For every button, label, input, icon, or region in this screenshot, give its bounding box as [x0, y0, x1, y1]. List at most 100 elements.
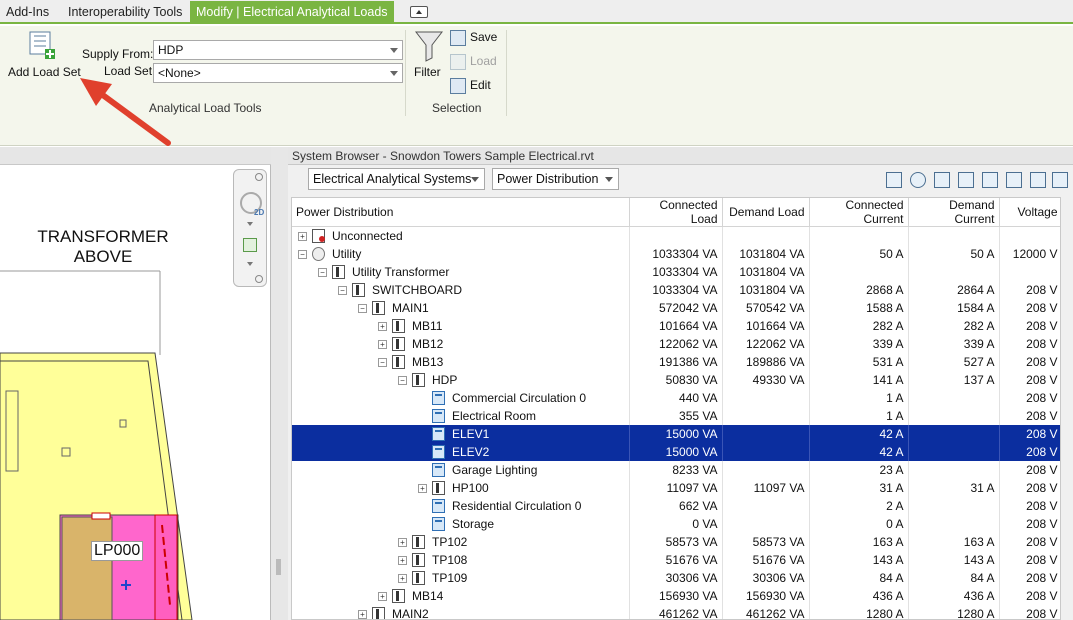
add-load-set-icon[interactable] — [28, 30, 58, 60]
pane-splitter[interactable] — [271, 147, 288, 620]
filter-button[interactable]: Filter — [414, 65, 441, 79]
tree-cell[interactable]: Electrical Room — [292, 407, 630, 425]
table-row[interactable]: − MB13 191386 VA 189886 VA 531 A 527 A 208 V — [292, 353, 1060, 371]
tab-modify-electrical-analytical-loads[interactable]: Modify | Electrical Analytical Loads — [190, 1, 394, 24]
tree-cell[interactable]: ELEV1 — [292, 425, 630, 443]
tree-cell[interactable]: Commercial Circulation 0 — [292, 389, 630, 407]
power-distribution-grid[interactable]: Power Distribution Connected Load Demand… — [291, 197, 1061, 620]
expand-icon[interactable]: + — [358, 610, 367, 619]
tree-cell[interactable]: + TP109 — [292, 569, 630, 587]
panel-schedule-icon[interactable] — [934, 172, 950, 188]
add-load-icon[interactable] — [886, 172, 902, 188]
collapse-icon[interactable]: − — [378, 358, 387, 367]
tree-cell[interactable]: Residential Circulation 0 — [292, 497, 630, 515]
collapse-icon[interactable]: − — [318, 268, 327, 277]
table-row[interactable]: ELEV2 15000 VA 42 A 208 V — [292, 443, 1060, 461]
floor-plan-view[interactable]: TRANSFORMER ABOVE LP000 2D — [0, 147, 288, 620]
chevron-down-icon[interactable] — [247, 262, 253, 266]
navigate-icon[interactable] — [910, 172, 926, 188]
collapse-icon[interactable]: − — [338, 286, 347, 295]
circuit-icon[interactable] — [958, 172, 974, 188]
tree-cell[interactable]: + TP102 — [292, 533, 630, 551]
connected-current-cell: 2868 A — [809, 281, 909, 299]
table-row[interactable]: + MB12 122062 VA 122062 VA 339 A 339 A 208 V — [292, 335, 1060, 353]
table-row[interactable]: + MB14 156930 VA 156930 VA 436 A 436 A 208 V — [292, 587, 1060, 605]
view-select[interactable]: Power Distribution — [492, 168, 619, 190]
settings-icon[interactable] — [1030, 172, 1046, 188]
expand-icon[interactable]: + — [378, 322, 387, 331]
add-equipment-icon[interactable] — [1006, 172, 1022, 188]
collapse-icon[interactable]: − — [358, 304, 367, 313]
table-row[interactable]: + TP102 58573 VA 58573 VA 163 A 163 A 208 V — [292, 533, 1060, 551]
table-row[interactable]: Storage 0 VA 0 A 208 V — [292, 515, 1060, 533]
tree-cell[interactable]: Storage — [292, 515, 630, 533]
tree-cell[interactable]: Garage Lighting — [292, 461, 630, 479]
expand-icon[interactable]: + — [378, 592, 387, 601]
tab-interoperability-tools[interactable]: Interoperability Tools — [62, 2, 188, 22]
tree-cell[interactable]: + MB12 — [292, 335, 630, 353]
tree-cell[interactable]: − HDP — [292, 371, 630, 389]
tree-cell[interactable]: + MAIN2 — [292, 605, 630, 619]
demand-current-cell — [908, 407, 1000, 425]
tree-cell[interactable]: ELEV2 — [292, 443, 630, 461]
expand-icon[interactable]: + — [378, 340, 387, 349]
tree-cell[interactable]: − Utility — [292, 245, 630, 263]
table-row[interactable]: + HP100 11097 VA 11097 VA 31 A 31 A 208 V — [292, 479, 1060, 497]
expand-icon[interactable]: + — [418, 484, 427, 493]
filter-icon[interactable] — [414, 30, 444, 62]
panel-tag[interactable]: LP000 — [91, 541, 144, 561]
expand-icon[interactable]: + — [298, 232, 307, 241]
panel-toggle-icon[interactable] — [410, 6, 428, 18]
tree-cell[interactable]: − MB13 — [292, 353, 630, 371]
table-row[interactable]: Commercial Circulation 0 440 VA 1 A 208 V — [292, 389, 1060, 407]
column-header-connected-load[interactable]: Connected Load — [629, 198, 723, 227]
column-header-voltage[interactable]: Voltage — [999, 198, 1060, 227]
tree-cell[interactable]: + MB11 — [292, 317, 630, 335]
table-row[interactable]: + TP109 30306 VA 30306 VA 84 A 84 A 208 V — [292, 569, 1060, 587]
table-row[interactable]: Garage Lighting 8233 VA 23 A 208 V — [292, 461, 1060, 479]
collapse-icon[interactable]: − — [398, 376, 407, 385]
tree-cell[interactable]: + MB14 — [292, 587, 630, 605]
collapse-icon[interactable]: − — [298, 250, 307, 259]
table-row[interactable]: − Utility 1033304 VA 1031804 VA 50 A 50 A 1200… — [292, 245, 1060, 263]
table-row[interactable]: + TP108 51676 VA 51676 VA 143 A 143 A 208 V — [292, 551, 1060, 569]
chevron-down-icon[interactable] — [247, 222, 253, 226]
column-header-demand-current[interactable]: Demand Current — [908, 198, 1000, 227]
tree-cell[interactable]: + TP108 — [292, 551, 630, 569]
add-load-set-button[interactable]: Add Load Set — [8, 65, 81, 79]
column-header-connected-current[interactable]: Connected Current — [809, 198, 909, 227]
tree-cell[interactable]: + Unconnected — [292, 226, 630, 245]
supply-from-select[interactable]: HDP — [153, 40, 403, 60]
load-set-select[interactable]: <None> — [153, 63, 403, 83]
tree-cell[interactable]: − Utility Transformer — [292, 263, 630, 281]
table-row[interactable]: ELEV1 15000 VA 42 A 208 V — [292, 425, 1060, 443]
table-row[interactable]: Residential Circulation 0 662 VA 2 A 208 V — [292, 497, 1060, 515]
table-row[interactable]: + MAIN2 461262 VA 461262 VA 1280 A 1280 A 208 … — [292, 605, 1060, 619]
tree-cell[interactable]: − SWITCHBOARD — [292, 281, 630, 299]
systems-select[interactable]: Electrical Analytical Systems — [308, 168, 485, 190]
edit-selection-button[interactable]: Edit — [450, 78, 491, 94]
table-row[interactable]: − Utility Transformer 1033304 VA 1031804 VA — [292, 263, 1060, 281]
expand-icon[interactable]: + — [398, 538, 407, 547]
columns-icon[interactable] — [1052, 172, 1068, 188]
column-header-demand-load[interactable]: Demand Load — [722, 198, 810, 227]
splitter-grip[interactable] — [276, 559, 281, 575]
table-row[interactable]: Electrical Room 355 VA 1 A 208 V — [292, 407, 1060, 425]
tab-add-ins[interactable]: Add-Ins — [0, 2, 55, 22]
table-row[interactable]: − SWITCHBOARD 1033304 VA 1031804 VA 2868 A 28… — [292, 281, 1060, 299]
tree-cell[interactable]: − MAIN1 — [292, 299, 630, 317]
table-row[interactable]: − HDP 50830 VA 49330 VA 141 A 137 A 208 V — [292, 371, 1060, 389]
load-selection-button[interactable]: Load — [450, 54, 497, 70]
tree-cell[interactable]: + HP100 — [292, 479, 630, 497]
table-row[interactable]: − MAIN1 572042 VA 570542 VA 1588 A 1584 A 208 … — [292, 299, 1060, 317]
close-icon[interactable] — [255, 173, 263, 181]
column-header-power-distribution[interactable]: Power Distribution — [292, 198, 630, 227]
table-row[interactable]: + MB11 101664 VA 101664 VA 282 A 282 A 208 V — [292, 317, 1060, 335]
save-selection-button[interactable]: Save — [450, 30, 497, 46]
options-icon[interactable] — [255, 275, 263, 283]
connect-icon[interactable] — [982, 172, 998, 188]
table-row[interactable]: + Unconnected — [292, 226, 1060, 245]
expand-icon[interactable]: + — [398, 556, 407, 565]
zoom-icon[interactable] — [243, 238, 257, 252]
expand-icon[interactable]: + — [398, 574, 407, 583]
